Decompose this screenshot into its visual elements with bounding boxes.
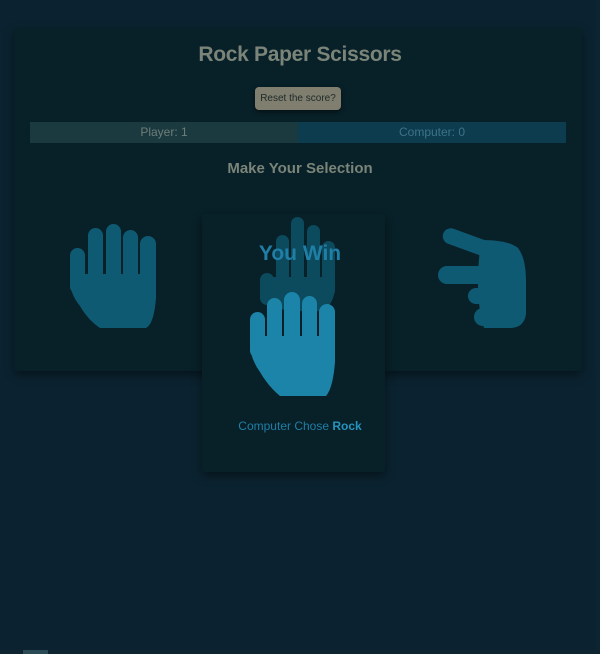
game-stage: Rock Paper Scissors Reset the score? Pla… [0,0,600,654]
scoreboard: Player: 1 Computer: 0 [30,122,566,143]
result-text: You Win [258,242,342,265]
horizontal-scrollbar[interactable] [0,650,600,654]
computer-choice-value: Rock [332,419,362,433]
computer-choice-text: Computer Chose Rock [0,419,600,433]
game-title: Rock Paper Scissors [198,43,402,66]
player-score: Player: 1 [30,122,298,143]
fist-icon [70,224,156,328]
fist-icon [250,292,335,396]
rock-choice[interactable] [68,224,160,337]
scrollbar-thumb[interactable] [23,650,48,654]
computer-score: Computer: 0 [298,122,566,143]
computer-chose-label: Computer Chose [238,419,333,433]
computer-choice-hand [250,292,338,403]
vertical-scrollbar[interactable] [596,0,600,654]
selection-prompt: Make Your Selection [227,160,373,177]
reset-score-button[interactable]: Reset the score? [255,87,341,110]
